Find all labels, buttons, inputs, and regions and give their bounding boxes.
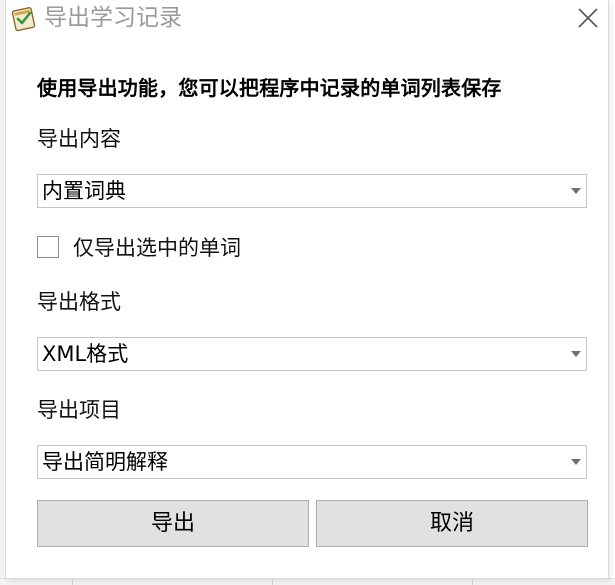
- export-dialog: 导出学习记录 使用导出功能，您可以把程序中记录的单词列表保存 导出内容 内置词典…: [6, 0, 608, 578]
- export-content-label: 导出内容: [37, 127, 121, 151]
- export-format-value: XML格式: [42, 342, 129, 366]
- only-selected-checkbox[interactable]: [37, 236, 59, 258]
- export-format-label: 导出格式: [37, 290, 121, 314]
- window-title: 导出学习记录: [44, 5, 182, 31]
- export-format-select[interactable]: XML格式: [37, 337, 587, 371]
- export-content-select[interactable]: 内置词典: [37, 174, 587, 208]
- close-button[interactable]: [570, 2, 606, 34]
- export-items-value: 导出简明解释: [42, 450, 168, 474]
- export-button[interactable]: 导出: [37, 500, 309, 547]
- background-grid-line: [472, 579, 473, 585]
- dropdown-arrow-icon: [571, 459, 581, 465]
- export-items-select[interactable]: 导出简明解释: [37, 445, 587, 479]
- notebook-check-icon: [10, 4, 38, 32]
- close-icon: [578, 8, 598, 28]
- cancel-button[interactable]: 取消: [316, 500, 588, 547]
- background-grid-line: [72, 579, 73, 585]
- background-sheet-edge: [0, 578, 615, 585]
- export-items-label: 导出项目: [37, 398, 121, 422]
- title-bar[interactable]: 导出学习记录: [6, 0, 608, 36]
- dropdown-arrow-icon: [571, 188, 581, 194]
- intro-text: 使用导出功能，您可以把程序中记录的单词列表保存: [37, 76, 502, 100]
- only-selected-label[interactable]: 仅导出选中的单词: [73, 233, 241, 263]
- background-grid-line: [272, 579, 273, 585]
- dropdown-arrow-icon: [571, 351, 581, 357]
- export-content-value: 内置词典: [42, 179, 126, 203]
